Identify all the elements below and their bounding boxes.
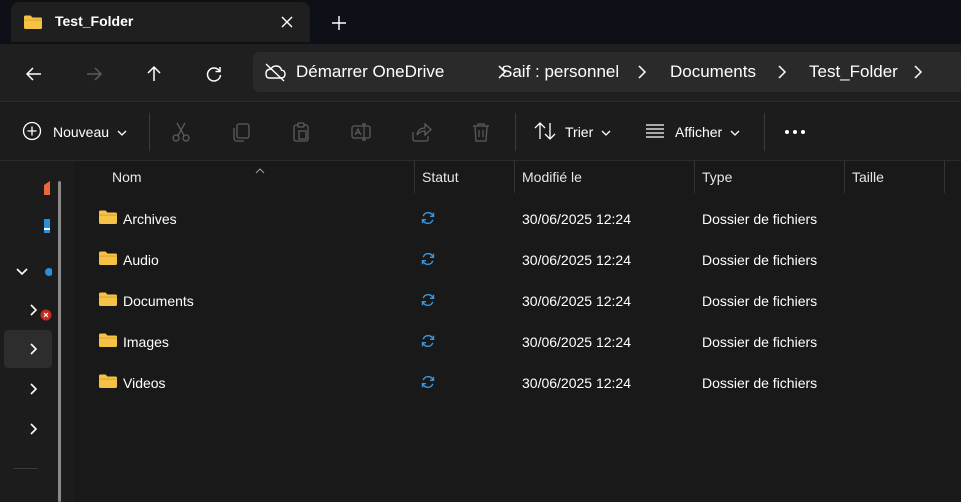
column-header-status[interactable]: Statut bbox=[414, 161, 514, 193]
close-icon[interactable] bbox=[276, 11, 298, 33]
table-row[interactable]: Audio 30/06/2025 12:24 Dossier de fichie… bbox=[74, 240, 961, 281]
chevron-right-icon[interactable] bbox=[775, 64, 789, 80]
file-list: Nom Statut Modifié le Type Taille Archiv… bbox=[74, 161, 961, 502]
file-type: Dossier de fichiers bbox=[702, 252, 818, 268]
divider bbox=[14, 468, 38, 469]
new-label: Nouveau bbox=[53, 124, 110, 140]
folder-icon bbox=[98, 250, 118, 269]
chevron-right-icon[interactable] bbox=[28, 303, 38, 319]
chevron-down-icon bbox=[730, 124, 740, 140]
column-divider[interactable] bbox=[944, 161, 945, 193]
breadcrumb-item-onedrive[interactable]: Démarrer OneDrive bbox=[296, 62, 444, 82]
navigation-pane bbox=[0, 161, 74, 502]
nav-item-folder[interactable] bbox=[4, 370, 52, 408]
nav-item-onedrive[interactable] bbox=[4, 251, 53, 289]
folder-icon bbox=[98, 373, 118, 392]
file-name: Archives bbox=[123, 211, 177, 227]
chevron-down-icon[interactable] bbox=[16, 264, 28, 280]
new-button[interactable]: Nouveau bbox=[22, 120, 127, 144]
app-icon[interactable] bbox=[42, 181, 50, 195]
sync-icon bbox=[421, 334, 435, 351]
column-header-size[interactable]: Taille bbox=[844, 161, 944, 193]
column-header-modified[interactable]: Modifié le bbox=[514, 161, 694, 193]
sync-icon bbox=[421, 252, 435, 269]
share-icon[interactable] bbox=[410, 121, 432, 143]
divider bbox=[149, 113, 150, 151]
command-bar: Nouveau Trier Afficher bbox=[0, 103, 961, 161]
divider bbox=[764, 113, 765, 151]
copy-icon[interactable] bbox=[230, 121, 252, 143]
file-modified: 30/06/2025 12:24 bbox=[522, 252, 631, 268]
column-header-type[interactable]: Type bbox=[694, 161, 844, 193]
file-modified: 30/06/2025 12:24 bbox=[522, 375, 631, 391]
title-bar: Test_Folder bbox=[0, 0, 961, 44]
arrow-right-icon[interactable] bbox=[80, 60, 108, 88]
folder-icon bbox=[23, 14, 43, 33]
nav-item-folder[interactable] bbox=[4, 410, 52, 448]
plus-circle-icon bbox=[22, 121, 42, 144]
chevron-right-icon[interactable] bbox=[635, 64, 649, 80]
file-modified: 30/06/2025 12:24 bbox=[522, 334, 631, 350]
table-row[interactable]: Images 30/06/2025 12:24 Dossier de fichi… bbox=[74, 322, 961, 363]
arrow-up-icon[interactable] bbox=[140, 60, 168, 88]
refresh-icon[interactable] bbox=[200, 60, 228, 88]
chevron-down-icon bbox=[601, 124, 611, 140]
error-badge-icon bbox=[40, 308, 52, 324]
file-modified: 30/06/2025 12:24 bbox=[522, 211, 631, 227]
folder-icon bbox=[98, 332, 118, 351]
sort-button[interactable]: Trier bbox=[534, 120, 611, 144]
sort-icon bbox=[534, 121, 556, 144]
address-bar[interactable]: Démarrer OneDrive Saif : personnel Docum… bbox=[253, 52, 961, 92]
nav-item-folder[interactable] bbox=[4, 291, 52, 329]
tab-test-folder[interactable]: Test_Folder bbox=[11, 2, 310, 42]
table-row[interactable]: Videos 30/06/2025 12:24 Dossier de fichi… bbox=[74, 363, 961, 404]
nav-item-folder[interactable] bbox=[4, 330, 52, 368]
view-label: Afficher bbox=[675, 124, 723, 140]
breadcrumb-item-test-folder[interactable]: Test_Folder bbox=[809, 62, 898, 82]
plus-icon[interactable] bbox=[327, 11, 351, 35]
cut-icon[interactable] bbox=[170, 121, 192, 143]
divider bbox=[515, 113, 516, 151]
sort-label: Trier bbox=[565, 124, 594, 140]
chevron-right-icon[interactable] bbox=[911, 64, 925, 80]
cloud-off-icon bbox=[263, 62, 287, 85]
tab-title: Test_Folder bbox=[55, 13, 134, 29]
file-name: Audio bbox=[123, 252, 159, 268]
breadcrumb-item-documents[interactable]: Documents bbox=[670, 62, 756, 82]
onedrive-icon bbox=[42, 264, 53, 280]
navigation-bar: Démarrer OneDrive Saif : personnel Docum… bbox=[0, 44, 961, 102]
chevron-right-icon[interactable] bbox=[28, 382, 38, 398]
file-name: Videos bbox=[123, 375, 166, 391]
chevron-down-icon bbox=[117, 124, 127, 140]
folder-icon bbox=[98, 291, 118, 310]
file-type: Dossier de fichiers bbox=[702, 293, 818, 309]
table-row[interactable]: Documents 30/06/2025 12:24 Dossier de fi… bbox=[74, 281, 961, 322]
sync-icon bbox=[421, 375, 435, 392]
paste-icon[interactable] bbox=[290, 121, 312, 143]
file-type: Dossier de fichiers bbox=[702, 334, 818, 350]
file-type: Dossier de fichiers bbox=[702, 375, 818, 391]
view-list-icon bbox=[645, 123, 665, 142]
rename-icon[interactable] bbox=[350, 121, 372, 143]
file-modified: 30/06/2025 12:24 bbox=[522, 293, 631, 309]
file-name: Images bbox=[123, 334, 169, 350]
delete-icon[interactable] bbox=[470, 121, 492, 143]
column-header-name[interactable]: Nom bbox=[104, 161, 414, 193]
chevron-right-icon[interactable] bbox=[28, 422, 38, 438]
scrollbar[interactable] bbox=[58, 181, 61, 502]
table-row[interactable]: Archives 30/06/2025 12:24 Dossier de fic… bbox=[74, 199, 961, 240]
sync-icon bbox=[421, 211, 435, 228]
view-button[interactable]: Afficher bbox=[645, 120, 740, 144]
chevron-right-icon[interactable] bbox=[28, 342, 38, 358]
arrow-left-icon[interactable] bbox=[20, 60, 48, 88]
file-type: Dossier de fichiers bbox=[702, 211, 818, 227]
breadcrumb-item-personnel[interactable]: Saif : personnel bbox=[501, 62, 619, 82]
sync-icon bbox=[421, 293, 435, 310]
app-icon[interactable] bbox=[42, 219, 50, 233]
folder-icon bbox=[98, 209, 118, 228]
file-name: Documents bbox=[123, 293, 194, 309]
more-icon[interactable] bbox=[784, 120, 806, 144]
